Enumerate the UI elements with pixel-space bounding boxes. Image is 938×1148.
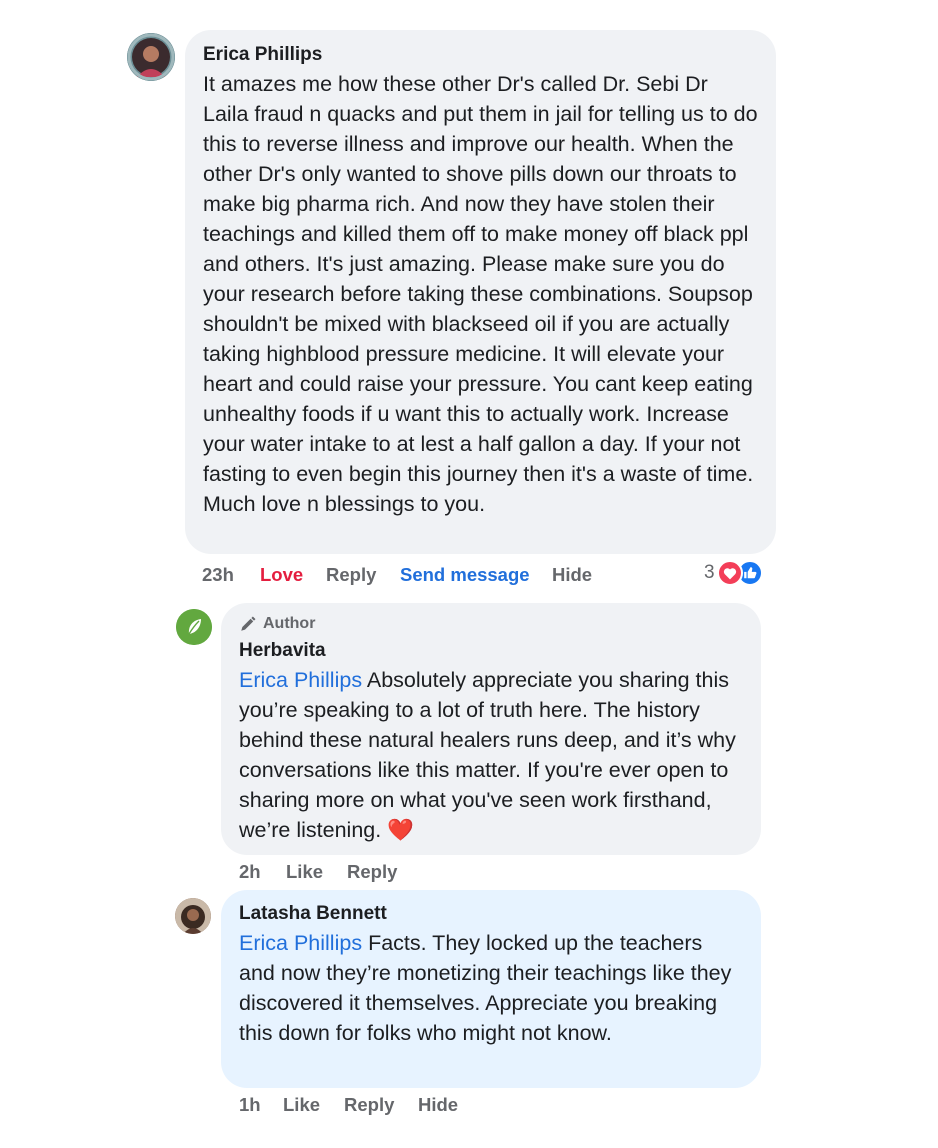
comment-timestamp[interactable]: 1h: [239, 1094, 261, 1116]
love-reaction-icon: [716, 560, 743, 586]
heart-emoji: ❤️: [387, 818, 414, 842]
author-badge-label: Author: [263, 615, 316, 632]
reply-button[interactable]: Reply: [347, 861, 397, 883]
mention-link[interactable]: Erica Phillips: [239, 668, 362, 692]
comment-actions: 2h Like Reply: [239, 861, 539, 885]
reaction-summary[interactable]: 3: [704, 560, 763, 586]
comment-author-name[interactable]: Erica Phillips: [203, 43, 758, 67]
reaction-count: 3: [704, 562, 715, 583]
avatar-herbavita[interactable]: [176, 609, 212, 645]
comment-timestamp[interactable]: 23h: [202, 564, 234, 586]
reply-bubble: Latasha Bennett Erica Phillips Facts. Th…: [221, 890, 761, 1088]
reply-bubble: Author Herbavita Erica Phillips Absolute…: [221, 603, 761, 855]
like-button[interactable]: Like: [286, 861, 323, 883]
comment-author-name[interactable]: Latasha Bennett: [239, 902, 743, 926]
hide-button[interactable]: Hide: [552, 564, 592, 586]
comment-text: Erica Phillips Absolutely appreciate you…: [239, 665, 743, 845]
hide-button[interactable]: Hide: [418, 1094, 458, 1116]
avatar-latasha-bennett[interactable]: [175, 898, 211, 934]
author-badge: Author: [239, 613, 743, 635]
reply-button[interactable]: Reply: [344, 1094, 394, 1116]
comment-author-name[interactable]: Herbavita: [239, 639, 743, 663]
comment-text: It amazes me how these other Dr's called…: [203, 72, 758, 516]
comment-timestamp[interactable]: 2h: [239, 861, 261, 883]
send-message-button[interactable]: Send message: [400, 564, 530, 586]
mention-link[interactable]: Erica Phillips: [239, 931, 362, 955]
comment-bubble: Erica Phillips It amazes me how these ot…: [185, 30, 776, 554]
pen-icon: [241, 616, 256, 631]
love-reaction-button[interactable]: Love: [260, 564, 303, 586]
profile-photo-icon: [127, 33, 175, 81]
comment-actions: 1h Like Reply Hide: [239, 1094, 539, 1118]
reply-button[interactable]: Reply: [326, 564, 376, 586]
reply-text: Absolutely appreciate you sharing this y…: [239, 668, 736, 842]
comment-actions: 23h Love Reply Send message Hide: [202, 564, 782, 588]
comment-text: Erica Phillips Facts. They locked up the…: [239, 928, 743, 1048]
leaf-logo-icon: [176, 609, 212, 645]
like-button[interactable]: Like: [283, 1094, 320, 1116]
profile-photo-icon: [175, 898, 211, 934]
avatar-erica-phillips[interactable]: [127, 33, 175, 81]
